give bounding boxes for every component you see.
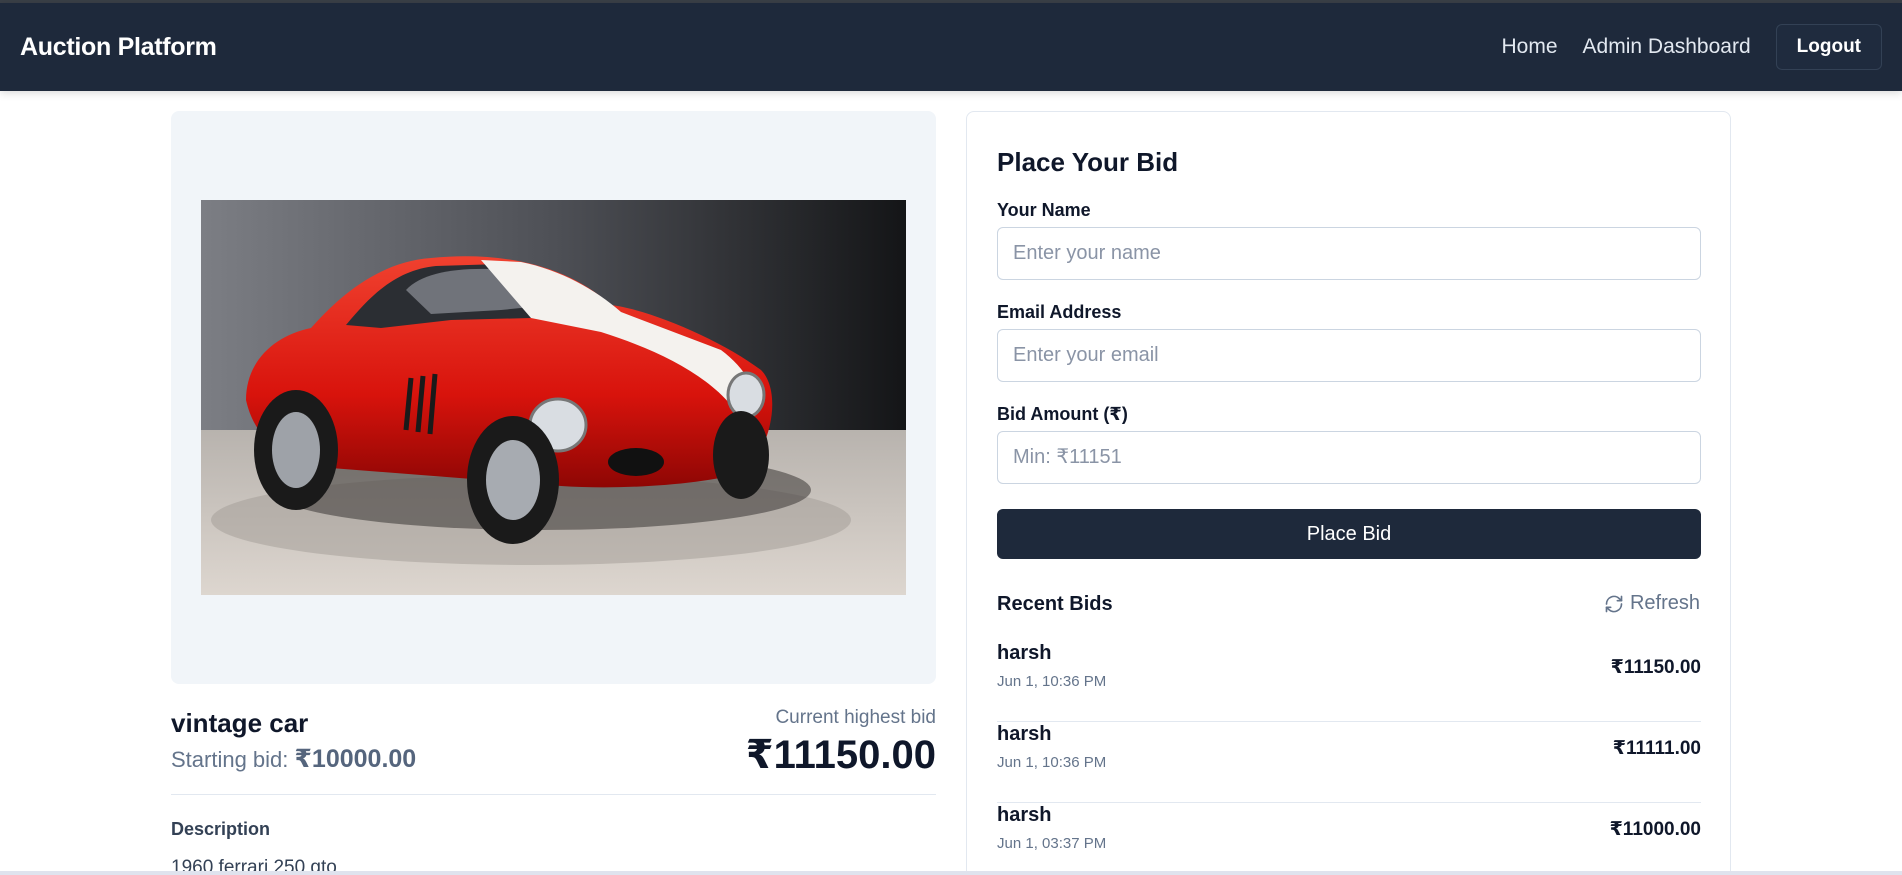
recent-bids-heading: Recent Bids [997,593,1113,615]
current-bid-label: Current highest bid [775,707,936,728]
bid-amount-input[interactable] [997,431,1701,484]
place-bid-button[interactable]: Place Bid [997,509,1701,559]
current-bid-value: ₹11150.00 [745,733,936,777]
email-input[interactable] [997,329,1701,382]
bid-list-item: harsh Jun 1, 10:36 PM ₹11150.00 [997,642,1701,722]
divider [171,794,936,795]
nav-links: Home Admin Dashboard Logout [1477,24,1882,70]
item-title: vintage car [171,708,309,738]
description-label: Description [171,819,271,839]
bidder-name: harsh [997,723,1052,745]
bid-amount: ₹11000.00 [1609,819,1701,840]
refresh-button[interactable]: Refresh [1604,592,1700,615]
email-label: Email Address [997,302,1122,322]
bid-time: Jun 1, 10:36 PM [997,754,1107,771]
bid-panel: Place Your Bid Your Name Email Address B… [966,111,1731,875]
bid-list-item: harsh Jun 1, 03:37 PM ₹11000.00 [997,804,1701,875]
refresh-icon [1605,595,1623,612]
bidder-name: harsh [997,642,1052,664]
name-input[interactable] [997,227,1701,280]
item-image-card [171,111,936,684]
bidder-name: harsh [997,804,1052,826]
bid-list-item: harsh Jun 1, 10:36 PM ₹11111.00 [997,723,1701,803]
nav-link-home[interactable]: Home [1502,35,1558,59]
name-label: Your Name [997,200,1091,220]
window-bottom-edge [0,871,1902,875]
refresh-label: Refresh [1629,592,1700,614]
logout-button[interactable]: Logout [1775,24,1882,70]
bid-panel-title: Place Your Bid [997,147,1179,177]
starting-bid: Starting bid: ₹10000.00 [171,744,416,774]
bid-amount: ₹11150.00 [1610,657,1701,678]
car-image [201,200,906,595]
nav-link-admin-dashboard[interactable]: Admin Dashboard [1583,35,1751,59]
brand-logo[interactable]: Auction Platform [20,33,217,62]
starting-bid-value: ₹10000.00 [294,745,417,773]
starting-bid-label: Starting bid: [171,747,289,772]
bid-time: Jun 1, 03:37 PM [997,835,1107,852]
bid-amount-label: Bid Amount (₹) [997,404,1128,424]
bid-time: Jun 1, 10:36 PM [997,673,1107,690]
navbar: Auction Platform Home Admin Dashboard Lo… [0,3,1902,91]
bid-amount: ₹11111.00 [1612,738,1701,759]
